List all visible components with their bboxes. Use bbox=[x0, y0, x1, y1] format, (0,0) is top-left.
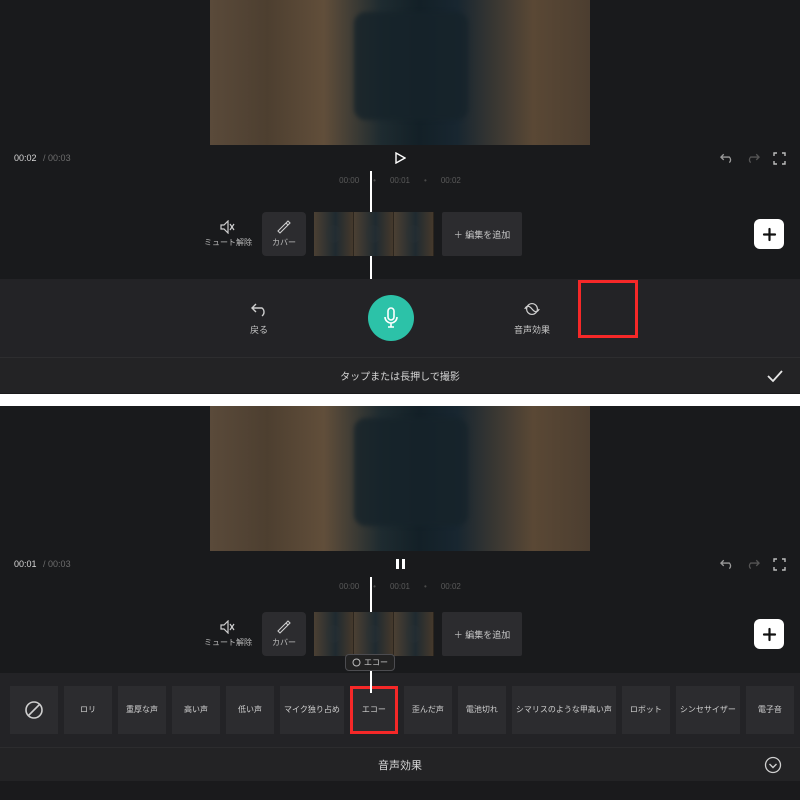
applied-fx-chip[interactable]: エコー bbox=[345, 654, 395, 671]
fx-item[interactable]: 重厚な声 bbox=[118, 686, 166, 734]
add-edit-button[interactable]: ＋ 編集を追加 bbox=[442, 612, 522, 656]
video-preview bbox=[210, 0, 590, 145]
undo-icon[interactable] bbox=[720, 557, 734, 571]
fx-item[interactable]: 歪んだ声 bbox=[404, 686, 452, 734]
fx-item-selected[interactable]: エコー bbox=[350, 686, 398, 734]
fx-item[interactable]: マイク独り占め bbox=[280, 686, 344, 734]
cover-label: カバー bbox=[272, 637, 296, 648]
timeline[interactable]: ミュート解除 カバー ＋ 編集を追加 bbox=[0, 189, 800, 279]
add-clip-button[interactable] bbox=[754, 619, 784, 649]
fx-item[interactable]: シマリスのような甲高い声 bbox=[512, 686, 616, 734]
cover-label: カバー bbox=[272, 237, 296, 248]
mute-toggle[interactable]: ミュート解除 bbox=[204, 620, 252, 648]
fx-item[interactable]: ロボット bbox=[622, 686, 670, 734]
fx-item[interactable]: ロリ bbox=[64, 686, 112, 734]
transport-bar: 00:02 / 00:03 bbox=[0, 145, 800, 171]
back-label: 戻る bbox=[250, 323, 268, 336]
video-preview bbox=[210, 406, 590, 551]
hint-bar: タップまたは長押しで撮影 bbox=[0, 357, 800, 393]
clip-segment[interactable] bbox=[314, 212, 354, 256]
back-button[interactable]: 戻る bbox=[250, 300, 268, 336]
fullscreen-icon[interactable] bbox=[772, 151, 786, 165]
fx-footer-label: 音声効果 bbox=[378, 757, 422, 773]
add-edit-button[interactable]: ＋ 編集を追加 bbox=[442, 212, 522, 256]
confirm-button[interactable] bbox=[766, 369, 784, 383]
hint-text: タップまたは長押しで撮影 bbox=[340, 368, 460, 383]
clip-segment[interactable] bbox=[394, 612, 434, 656]
panel-voice-fx: 00:01 / 00:03 00:00• 00:01• 00:02 ミュート解除… bbox=[0, 406, 800, 800]
play-button[interactable] bbox=[393, 151, 407, 165]
clip-track[interactable] bbox=[314, 212, 434, 256]
mute-label: ミュート解除 bbox=[204, 237, 252, 248]
panel-record: 00:02 / 00:03 00:00• 00:01• 00:02 ミュート解除… bbox=[0, 0, 800, 394]
transport-bar: 00:01 / 00:03 bbox=[0, 551, 800, 577]
voice-fx-button[interactable]: 音声効果 bbox=[514, 300, 550, 336]
clip-segment[interactable] bbox=[354, 212, 394, 256]
preview-area[interactable] bbox=[0, 0, 800, 145]
fx-item[interactable]: 電子音 bbox=[746, 686, 794, 734]
undo-icon[interactable] bbox=[720, 151, 734, 165]
fx-item[interactable]: 電池切れ bbox=[458, 686, 506, 734]
cover-button[interactable]: カバー bbox=[262, 612, 306, 656]
time-current: 00:01 bbox=[14, 559, 37, 569]
mute-toggle[interactable]: ミュート解除 bbox=[204, 220, 252, 248]
add-clip-button[interactable] bbox=[754, 219, 784, 249]
redo-icon[interactable] bbox=[746, 557, 760, 571]
time-ruler: 00:00• 00:01• 00:02 bbox=[0, 577, 800, 595]
preview-area[interactable] bbox=[0, 406, 800, 551]
cover-button[interactable]: カバー bbox=[262, 212, 306, 256]
time-total: / 00:03 bbox=[41, 153, 71, 163]
voice-fx-list[interactable]: ロリ 重厚な声 高い声 低い声 マイク独り占め エコー 歪んだ声 電池切れ シマ… bbox=[0, 673, 800, 747]
redo-icon[interactable] bbox=[746, 151, 760, 165]
fullscreen-icon[interactable] bbox=[772, 557, 786, 571]
clip-segment[interactable] bbox=[314, 612, 354, 656]
back-icon bbox=[250, 300, 268, 318]
clip-segment[interactable] bbox=[394, 212, 434, 256]
voice-fx-label: 音声効果 bbox=[514, 323, 550, 336]
timeline[interactable]: ミュート解除 カバー ＋ 編集を追加 エコー bbox=[0, 595, 800, 673]
time-current: 00:02 bbox=[14, 153, 37, 163]
confirm-fx-button[interactable] bbox=[764, 756, 782, 774]
fx-none-button[interactable] bbox=[10, 686, 58, 734]
mute-label: ミュート解除 bbox=[204, 637, 252, 648]
record-controls: 戻る 音声効果 bbox=[0, 279, 800, 357]
voice-fx-icon bbox=[523, 300, 541, 318]
time-total: / 00:03 bbox=[41, 559, 71, 569]
fx-footer: 音声効果 bbox=[0, 747, 800, 781]
time-ruler: 00:00• 00:01• 00:02 bbox=[0, 171, 800, 189]
clip-track[interactable] bbox=[314, 612, 434, 656]
clip-segment[interactable] bbox=[354, 612, 394, 656]
pause-button[interactable] bbox=[393, 557, 407, 571]
tutorial-highlight bbox=[578, 280, 638, 338]
fx-item[interactable]: 低い声 bbox=[226, 686, 274, 734]
fx-item[interactable]: 高い声 bbox=[172, 686, 220, 734]
fx-item[interactable]: シンセサイザー bbox=[676, 686, 740, 734]
mic-record-button[interactable] bbox=[368, 295, 414, 341]
